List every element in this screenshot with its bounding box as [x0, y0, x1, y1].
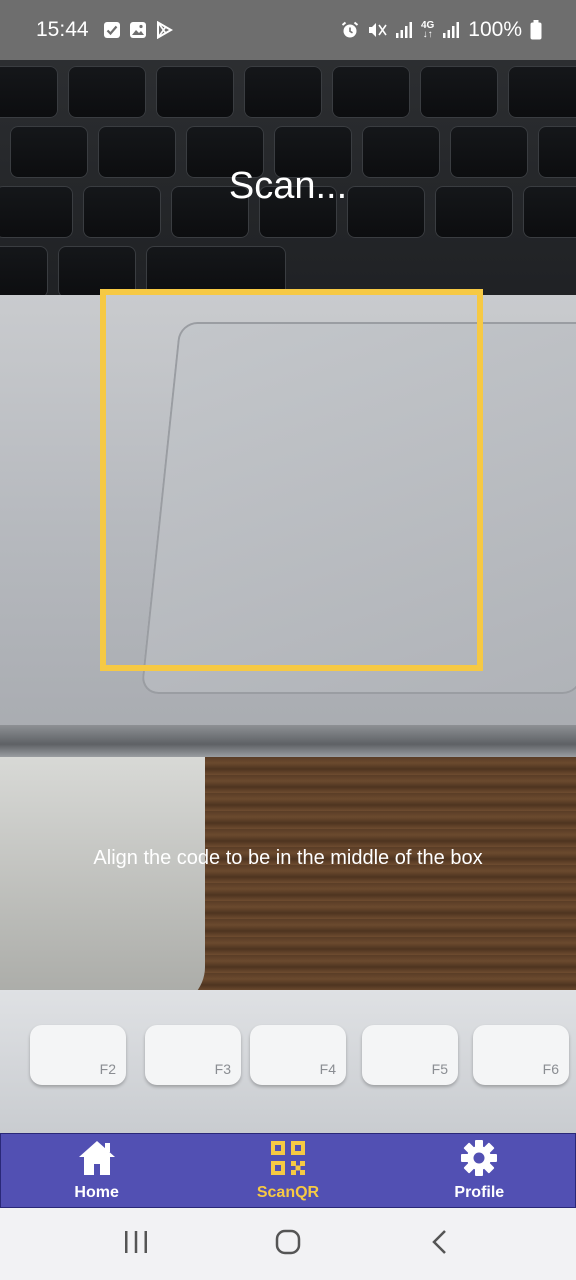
scan-title: Scan... — [228, 165, 348, 207]
white-key: F5 — [362, 1025, 458, 1085]
home-icon — [77, 1139, 117, 1182]
home-system-button[interactable] — [258, 1219, 318, 1269]
nav-label-scanqr: ScanQR — [256, 1184, 320, 1201]
recent-apps-button[interactable] — [106, 1219, 166, 1269]
key-label: F3 — [214, 1061, 231, 1077]
nav-label-home: Home — [74, 1184, 119, 1201]
system-nav-bar — [0, 1208, 576, 1280]
signal-icon — [442, 21, 460, 39]
camera-laptop-edge — [0, 725, 576, 757]
image-notification-icon — [129, 21, 147, 39]
recent-apps-icon — [123, 1230, 149, 1259]
network-type-4g: 4G ↓↑ — [421, 21, 434, 40]
white-key: F3 — [145, 1025, 241, 1085]
status-right: 4G ↓↑ 100% — [341, 18, 542, 42]
white-key: F6 — [473, 1025, 569, 1085]
gear-icon — [460, 1139, 498, 1182]
back-icon — [431, 1229, 449, 1260]
key-label: F6 — [542, 1061, 559, 1077]
battery-icon — [530, 20, 542, 40]
status-left: 15:44 — [36, 18, 173, 42]
status-bar: 15:44 4G ↓↑ 100% — [0, 0, 576, 60]
battery-percent: 100% — [468, 18, 522, 41]
white-key: F2 — [30, 1025, 126, 1085]
back-button[interactable] — [410, 1219, 470, 1269]
scan-hint: Align the code to be in the middle of th… — [93, 847, 483, 869]
nav-home[interactable]: Home — [22, 1139, 172, 1202]
nav-scanqr[interactable]: ScanQR — [213, 1139, 363, 1202]
white-key: F4 — [250, 1025, 346, 1085]
play-store-icon — [155, 21, 173, 39]
mute-icon — [367, 21, 387, 39]
nav-label-profile: Profile — [454, 1184, 505, 1201]
key-row — [0, 66, 576, 118]
signal-icon — [395, 21, 413, 39]
qr-code-icon — [269, 1139, 307, 1182]
camera-stand — [0, 757, 205, 1007]
status-time: 15:44 — [36, 18, 89, 41]
scan-frame — [100, 289, 483, 671]
data-arrows-icon: ↓↑ — [422, 29, 433, 40]
nav-profile[interactable]: Profile — [404, 1139, 554, 1202]
bottom-nav: Home ScanQR Profile — [0, 1133, 576, 1208]
check-notification-icon — [103, 21, 121, 39]
key-label: F4 — [319, 1061, 336, 1077]
home-circle-icon — [275, 1229, 301, 1260]
key-label: F2 — [99, 1061, 116, 1077]
alarm-icon — [341, 21, 359, 39]
key-label: F5 — [431, 1061, 448, 1077]
